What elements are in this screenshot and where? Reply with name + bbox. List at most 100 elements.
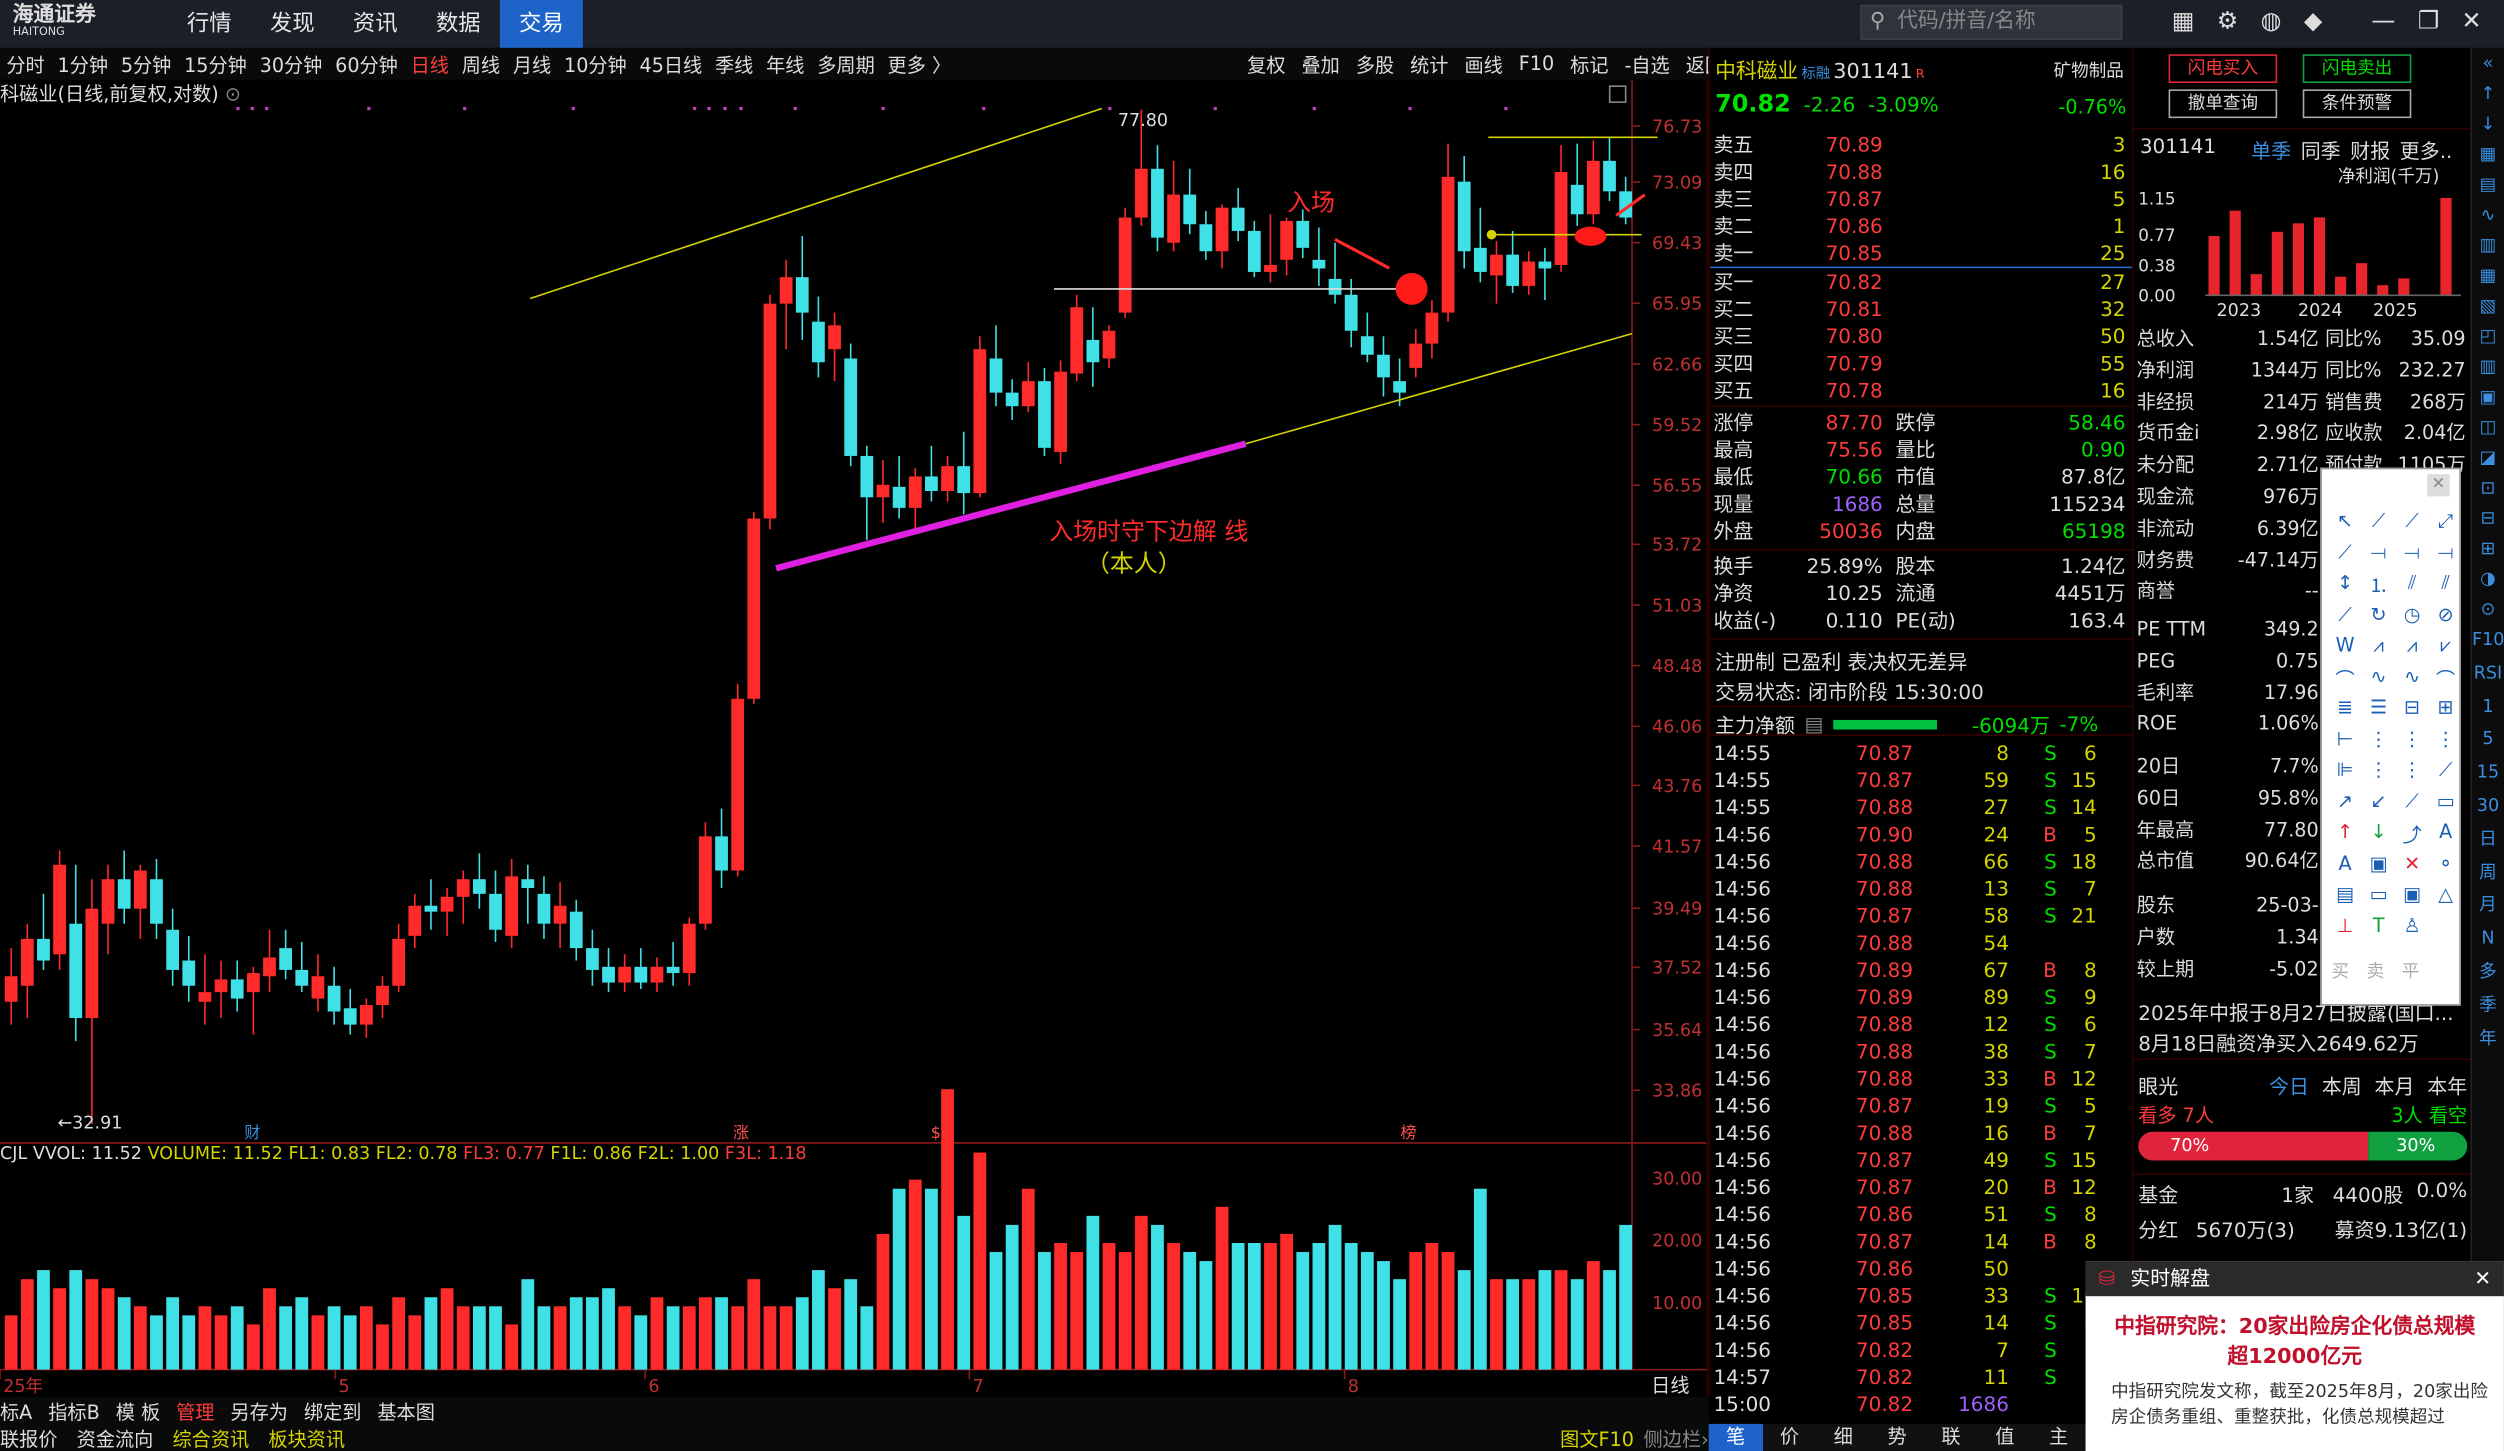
tick-tab[interactable]: 值 [1978,1424,2032,1451]
sidebar-tool-text[interactable]: 多 [2472,956,2504,989]
sidebar-tool-icon[interactable]: ▥ [2472,230,2504,260]
draw-tool-icon[interactable]: ⟋ [2362,509,2396,540]
sidebar-tool-icon[interactable]: ◰ [2472,321,2504,351]
tick-tab[interactable]: 笔 [1708,1423,1763,1451]
draw-tool-icon[interactable]: ∿ [2395,665,2429,696]
period-tab[interactable]: 本年 [2427,1070,2467,1100]
draw-tool-icon[interactable]: ⟞ [2429,540,2463,571]
tick-row[interactable]: 14:56 70.89 89 S 9 [1713,983,2131,1010]
bottom-link[interactable]: 板块资讯 [268,1425,345,1451]
sidebar-tool-icon[interactable]: ⊞ [2472,533,2504,563]
draw-tool-icon[interactable]: ⟞ [2395,540,2429,571]
indicator-tab[interactable]: 管理 [176,1398,214,1425]
draw-tool-icon[interactable]: ⤢ [2429,509,2463,540]
sector-name[interactable]: 矿物制品 [2054,57,2124,83]
draw-tool-icon[interactable]: ∿ [2362,665,2396,696]
menu-item[interactable]: 资讯 [334,0,417,48]
bottom-link[interactable]: 综合资讯 [173,1425,250,1451]
sidebar-tool-icon[interactable]: ↑ [2472,78,2504,108]
tick-row[interactable]: 14:56 70.86 51 S 8 [1713,1200,2131,1227]
draw-tool-icon[interactable]: △ [2429,883,2463,914]
sidebar-tool-text[interactable]: RSI [2472,657,2504,690]
draw-tool-icon[interactable]: ♙ [2395,914,2429,945]
draw-tool-icon[interactable]: ↻ [2362,603,2396,634]
maximize-icon[interactable]: ❐ [2418,6,2439,35]
timeframe-tab[interactable]: 多周期 [811,50,881,77]
draw-tool-icon[interactable]: ▣ [2395,883,2429,914]
close-icon[interactable]: ✕ [2427,474,2450,497]
sidebar-tool-text[interactable]: 日 [2472,823,2504,856]
draw-tool-footer[interactable]: 卖 [2367,958,2385,984]
period-tab[interactable]: 本月 [2375,1070,2415,1100]
draw-tool-icon[interactable]: ⩘ [2395,634,2429,665]
news-popup[interactable]: ⛁ 实时解盘 ✕ 中指研究院：20家出险房企化债总规模超12000亿元 中指研究… [2085,1261,2504,1451]
period-tab[interactable]: 今日 [2269,1070,2309,1100]
draw-tool-icon[interactable]: ⟞ [2362,540,2396,571]
tick-row[interactable]: 14:56 70.88 12 S 6 [1713,1010,2131,1037]
sidebar-tool-text[interactable]: 5 [2472,724,2504,757]
timeframe-tab[interactable]: 45日线 [633,50,709,77]
trade-button[interactable]: 闪电买入 [2168,54,2278,84]
draw-tool-icon[interactable]: ⚬ [2429,852,2463,883]
timeframe-tab[interactable]: 年线 [760,50,811,77]
sidebar-tool-text[interactable]: 30 [2472,790,2504,823]
sidebar-tool-icon[interactable]: ▦ [2472,260,2504,290]
draw-tool-icon[interactable]: ▤ [2328,883,2362,914]
tick-row[interactable]: 14:5670.8514S8 [1713,1309,2131,1336]
chart-tool-button[interactable]: -自选 [1616,50,1677,77]
indicator-tab[interactable]: 基本图 [377,1398,435,1425]
draw-tool-icon[interactable]: ▭ [2429,789,2463,820]
draw-tool-icon[interactable]: ⌒ [2328,665,2362,696]
fin-tab[interactable]: 更多.. [2400,134,2453,164]
indicator-tab[interactable]: 另存为 [230,1398,288,1425]
draw-tool-icon[interactable]: ↗ [2328,789,2362,820]
timeframe-tab[interactable]: 日线 [404,50,455,77]
draw-tool-icon[interactable] [2429,914,2463,945]
grid-icon[interactable]: ▦ [2172,6,2195,35]
draw-tool-icon[interactable]: ⟋ [2395,509,2429,540]
draw-tool-icon[interactable]: ▭ [2362,883,2396,914]
tick-tab[interactable]: 联 [1924,1424,1978,1451]
draw-tool-icon[interactable]: ⊢ [2328,727,2362,758]
fin-tab[interactable]: 财报 [2350,134,2390,164]
tick-row[interactable]: 14:56 70.87 14 B 8 [1713,1228,2131,1255]
chat-icon[interactable]: ◆ [2304,6,2322,35]
draw-tool-footer[interactable]: 买 [2331,958,2349,984]
tick-row[interactable]: 14:55 70.87 8 S 6 [1713,739,2131,766]
sidebar-tool-icon[interactable]: ◑ [2472,563,2504,593]
tick-tab[interactable]: 细 [1816,1424,1870,1451]
minimize-icon[interactable]: — [2371,6,2395,35]
draw-tool-icon[interactable]: ⋮ [2362,727,2396,758]
fin-tab[interactable]: 同季 [2301,134,2341,164]
draw-tool-icon[interactable]: ⋮ [2395,758,2429,789]
close-icon[interactable]: ✕ [2474,1261,2491,1296]
menu-item[interactable]: 数据 [417,0,500,48]
sidebar-tool-icon[interactable]: ⊡ [2472,473,2504,503]
tick-row[interactable]: 14:56 70.88 13 S 7 [1713,875,2131,902]
indicator-tab[interactable]: 标A [0,1398,32,1425]
draw-tool-icon[interactable]: ⩗ [2429,634,2463,665]
chart-tool-button[interactable]: F10 [1511,53,1562,75]
sidebar-tool-text[interactable]: 1 [2472,691,2504,724]
table-icon[interactable]: ▤ [1805,712,1824,736]
sidebar-tool-text[interactable]: 15 [2472,757,2504,790]
chart-tool-button[interactable]: 标记 [1562,50,1616,77]
tick-row[interactable]: 14:56 70.88 66 S 18 [1713,848,2131,875]
bottom-right-link[interactable]: 侧边栏› [1644,1425,1709,1451]
chart-tool-button[interactable]: 叠加 [1294,50,1348,77]
tick-row[interactable]: 14:56 70.88 38 S 7 [1713,1038,2131,1065]
chart-tool-button[interactable]: 复权 [1239,50,1293,77]
chart-tool-button[interactable]: 多股 [1348,50,1402,77]
draw-tool-icon[interactable]: ⊟ [2395,696,2429,727]
draw-tool-icon[interactable]: ⋮ [2395,727,2429,758]
bottom-link[interactable]: 资金流向 [77,1425,154,1451]
sidebar-tool-icon[interactable]: ▣ [2472,382,2504,412]
timeframe-tab[interactable]: 分时 [0,50,51,77]
tick-row[interactable]: 14:56 70.87 58 S 21 [1713,902,2131,929]
timeframe-tab[interactable]: 15分钟 [178,50,254,77]
draw-tool-icon[interactable]: ⊞ [2429,696,2463,727]
draw-tool-icon[interactable]: ⟋ [2328,603,2362,634]
timeframe-tab[interactable]: 季线 [709,50,760,77]
sidebar-tool-text[interactable]: 月 [2472,890,2504,923]
tick-row[interactable]: 14:56 70.88 33 B 12 [1713,1065,2131,1092]
